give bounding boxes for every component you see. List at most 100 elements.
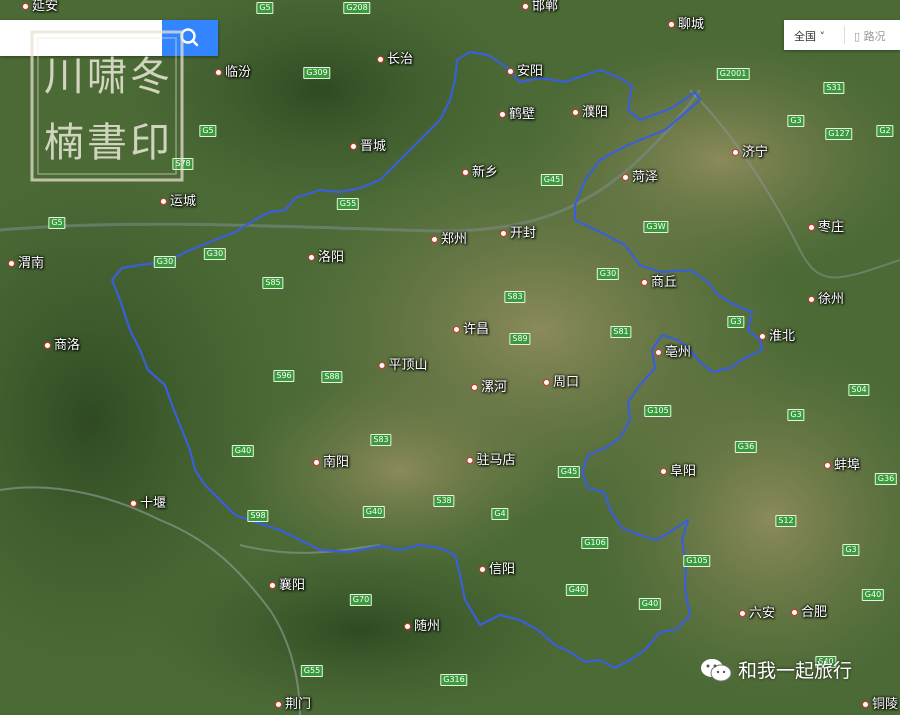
region-select[interactable]: 全国 ˅ (794, 28, 825, 44)
city-label[interactable]: 渭南 (7, 256, 44, 272)
highway-shield: G55 (336, 198, 360, 210)
city-marker-icon (349, 143, 357, 150)
city-label[interactable]: 商丘 (640, 275, 677, 291)
highway-shield: G208 (343, 2, 371, 14)
highway-shield: G5 (199, 125, 217, 137)
city-label[interactable]: 菏泽 (621, 170, 658, 186)
city-label[interactable]: 安阳 (506, 64, 543, 80)
svg-text:冬: 冬 (130, 54, 170, 100)
city-marker-icon (307, 254, 315, 261)
city-label[interactable]: 开封 (499, 226, 536, 242)
city-marker-icon (807, 224, 815, 231)
calligraphy-seal: 川 啸 冬 楠 書 印 (30, 30, 184, 182)
city-marker-icon (542, 379, 550, 386)
city-label[interactable]: 临汾 (214, 65, 251, 81)
svg-text:川: 川 (44, 54, 84, 100)
highway-shield: G70 (349, 594, 373, 606)
city-label[interactable]: 襄阳 (268, 578, 305, 594)
highway-shield: G40 (638, 598, 662, 610)
city-marker-icon (21, 3, 29, 10)
highway-shield: G30 (596, 268, 620, 280)
city-label[interactable]: 荆门 (274, 697, 311, 713)
city-marker-icon (312, 459, 320, 466)
highway-shield: G30 (203, 248, 227, 260)
highway-shield: G55 (300, 665, 324, 677)
city-label[interactable]: 郑州 (430, 232, 467, 248)
highway-shield: S85 (262, 277, 284, 289)
city-label[interactable]: 南阳 (312, 455, 349, 471)
city-label[interactable]: 平顶山 (378, 358, 428, 374)
city-label[interactable]: 淮北 (758, 329, 795, 345)
city-marker-icon (430, 236, 438, 243)
city-marker-icon (466, 457, 474, 464)
highway-shield: G45 (557, 466, 581, 478)
highway-shield: G40 (565, 584, 589, 596)
map-view[interactable]: 延安 临汾 长治 邯郸 聊城 安阳 鹤壁 濮阳 晋城 新乡 菏泽 济宁 运城 郑… (0, 0, 900, 715)
highway-shield: S38 (433, 495, 455, 507)
city-label[interactable]: 亳州 (654, 345, 691, 361)
city-marker-icon (378, 362, 386, 369)
city-label[interactable]: 漯河 (470, 380, 507, 396)
city-marker-icon (376, 56, 384, 63)
highway-shield: S83 (370, 434, 392, 446)
city-label[interactable]: 濮阳 (571, 105, 608, 121)
highway-shield: G40 (861, 589, 885, 601)
svg-text:楠: 楠 (44, 120, 84, 166)
city-marker-icon (498, 111, 506, 118)
highway-shield: S88 (321, 371, 343, 383)
city-label[interactable]: 十堰 (129, 496, 166, 512)
highway-shield: S96 (273, 370, 295, 382)
city-label[interactable]: 长治 (376, 52, 413, 68)
city-marker-icon (667, 21, 675, 28)
city-label[interactable]: 洛阳 (307, 250, 344, 266)
city-label[interactable]: 六安 (738, 606, 775, 622)
city-label[interactable]: 蚌埠 (823, 458, 860, 474)
city-label[interactable]: 合肥 (790, 605, 827, 621)
city-marker-icon (268, 582, 276, 589)
city-label[interactable]: 晋城 (349, 139, 386, 155)
city-marker-icon (499, 230, 507, 237)
highway-shield: G36 (874, 473, 898, 485)
highway-shield: G106 (581, 537, 609, 549)
city-label[interactable]: 济宁 (731, 145, 768, 161)
city-label[interactable]: 周口 (542, 375, 579, 391)
city-label[interactable]: 鹤壁 (498, 107, 535, 123)
city-label[interactable]: 驻马店 (466, 453, 516, 469)
traffic-toggle[interactable]: ▯ 路况 (854, 28, 886, 44)
city-marker-icon (790, 609, 798, 616)
city-marker-icon (521, 3, 529, 10)
highway-shield: G316 (440, 674, 468, 686)
city-label[interactable]: 商洛 (43, 338, 80, 354)
city-marker-icon (738, 610, 746, 617)
city-label[interactable]: 延安 (21, 0, 58, 15)
city-label[interactable]: 枣庄 (807, 220, 844, 236)
highway-shield: S04 (848, 384, 870, 396)
divider (844, 26, 845, 44)
city-label[interactable]: 新乡 (461, 165, 498, 181)
city-label[interactable]: 信阳 (478, 562, 515, 578)
svg-text:啸: 啸 (87, 54, 127, 100)
highway-shield: S89 (509, 333, 531, 345)
highway-shield: G4 (491, 508, 509, 520)
city-label[interactable]: 邯郸 (521, 0, 558, 15)
city-marker-icon (461, 169, 469, 176)
highway-shield: G40 (231, 445, 255, 457)
svg-text:書: 書 (87, 120, 127, 166)
city-label[interactable]: 许昌 (452, 322, 489, 338)
city-label[interactable]: 徐州 (807, 292, 844, 308)
city-label[interactable]: 随州 (403, 619, 440, 635)
city-label[interactable]: 阜阳 (659, 464, 696, 480)
city-label[interactable]: 铜陵 (861, 697, 898, 713)
city-label[interactable]: 运城 (159, 194, 196, 210)
city-marker-icon (43, 342, 51, 349)
highway-shield: S31 (823, 82, 845, 94)
city-marker-icon (159, 198, 167, 205)
highway-shield: G36 (734, 441, 758, 453)
highway-shield: G105 (644, 405, 672, 417)
city-label[interactable]: 聊城 (667, 17, 704, 33)
city-marker-icon (7, 260, 15, 267)
highway-shield: S81 (610, 326, 632, 338)
highway-shield: G2001 (716, 68, 750, 80)
highway-shield: G30 (153, 256, 177, 268)
city-marker-icon (506, 68, 514, 75)
